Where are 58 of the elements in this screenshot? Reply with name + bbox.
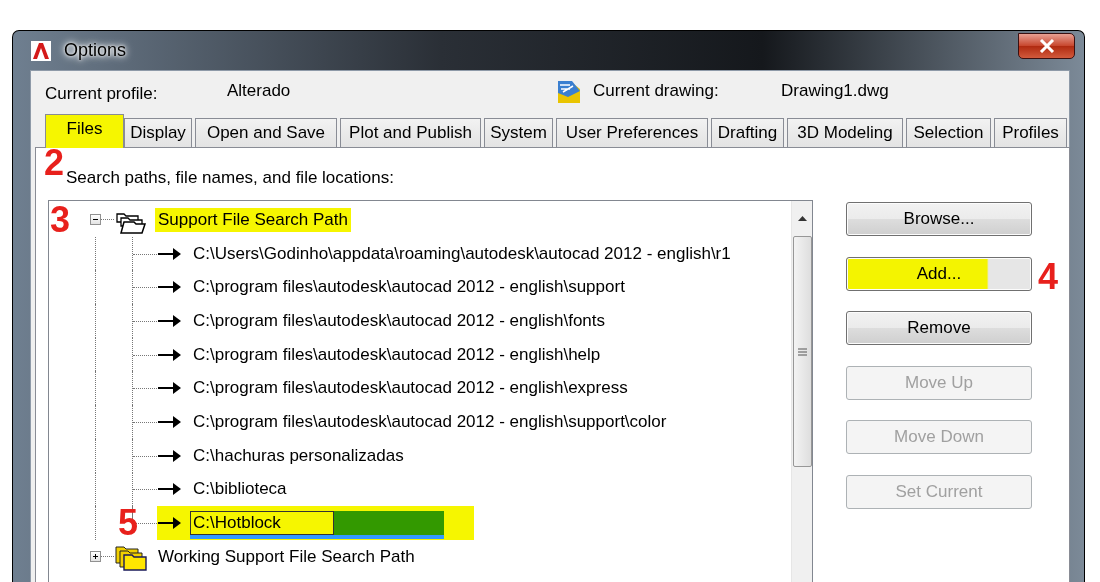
tab[interactable]: Display [124, 118, 192, 147]
section-label: Search paths, file names, and file locations: [66, 168, 395, 188]
drawing-value: Drawing1.dwg [781, 80, 889, 101]
rename-field[interactable]: C:\Hotblock [190, 511, 334, 536]
close-button[interactable] [1018, 33, 1075, 59]
remove-button[interactable]: Remove [846, 311, 1032, 345]
collapse-toggle[interactable] [90, 214, 101, 226]
tab[interactable]: Selection [906, 118, 991, 147]
tree-connector-line [132, 371, 157, 406]
profile-value: Alterado [227, 80, 292, 101]
path-item[interactable]: C:\program files\autodesk\autocad 2012 - english\support\color [190, 409, 670, 434]
add-button[interactable]: Add... [846, 256, 1032, 291]
app-logo-icon [30, 39, 52, 62]
tab[interactable]: Files [45, 114, 124, 148]
scrollbar[interactable] [791, 201, 812, 582]
tab[interactable]: System [484, 118, 553, 147]
tab[interactable]: Drafting [711, 118, 784, 147]
arrow-icon [157, 380, 182, 397]
path-item[interactable]: C:\hachuras personalizadas [190, 443, 407, 468]
path-item[interactable]: C:\Users\Godinho\appdata\roaming\autodesk\autocad 2012 - english\r1 [190, 241, 734, 266]
tree-connector-line [132, 405, 157, 439]
tab[interactable]: Plot and Publish [340, 118, 481, 147]
callout-number: 3 [50, 205, 71, 235]
path-item[interactable]: C:\program files\autodesk\autocad 2012 - english\support [190, 275, 628, 300]
arrow-icon [157, 312, 182, 329]
tree-node-label[interactable]: Working Support File Search Path [155, 544, 418, 569]
expand-toggle[interactable] [90, 551, 101, 563]
callout-number: 2 [44, 148, 65, 178]
profile-label: Current profile: [45, 83, 159, 104]
arrow-icon [157, 279, 182, 296]
callout-number: 4 [1038, 262, 1059, 292]
arrow-icon [157, 346, 182, 363]
browse-button[interactable]: Browse... [846, 202, 1032, 236]
tree-connector-line [132, 337, 157, 372]
path-item[interactable]: C:\program files\autodesk\autocad 2012 - english\help [190, 342, 604, 367]
tree-connector-line [132, 270, 157, 305]
path-item[interactable]: C:\biblioteca [190, 477, 290, 502]
tree-connector-line [132, 236, 157, 271]
tab[interactable]: User Preferences [556, 118, 708, 147]
tab[interactable]: Profiles [994, 118, 1067, 147]
scrollbar-thumb[interactable] [793, 236, 812, 467]
tree-connector-line [132, 438, 157, 473]
callout-number: 5 [118, 508, 139, 538]
arrow-icon [157, 481, 182, 498]
arrow-icon [157, 245, 182, 262]
window-title: Options [64, 40, 127, 61]
tree-node-label[interactable]: Support File Search Path [155, 207, 351, 232]
arrow-icon [157, 447, 182, 464]
arrow-icon [157, 515, 182, 532]
close-icon [1038, 39, 1055, 53]
tab[interactable]: 3D Modeling [787, 118, 903, 147]
arrow-icon [157, 413, 182, 430]
drawing-file-icon [556, 78, 582, 105]
tab[interactable]: Open and Save [195, 118, 337, 147]
path-item[interactable]: C:\program files\autodesk\autocad 2012 - english\fonts [190, 308, 609, 333]
drawing-label: Current drawing: [593, 80, 720, 101]
path-item[interactable]: C:\program files\autodesk\autocad 2012 - english\express [190, 376, 631, 401]
tree-connector-line [132, 304, 157, 338]
